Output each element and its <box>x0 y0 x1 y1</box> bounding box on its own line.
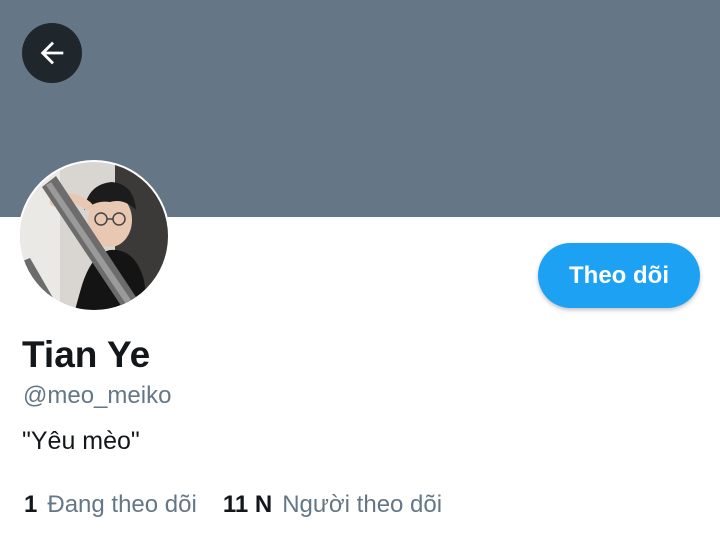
following-stat[interactable]: 1 Đang theo dõi <box>24 490 197 520</box>
display-name: Tian Ye <box>22 334 151 375</box>
followers-stat[interactable]: 11 N Người theo dõi <box>223 490 442 520</box>
profile-bio: "Yêu mèo" <box>22 427 140 455</box>
followers-label: Người theo dõi <box>282 491 443 518</box>
following-label: Đang theo dõi <box>47 491 197 518</box>
profile-stats: 1 Đang theo dõi 11 N Người theo dõi <box>24 490 442 520</box>
avatar[interactable] <box>18 160 170 312</box>
avatar-image <box>20 162 168 310</box>
back-button[interactable] <box>22 23 82 83</box>
username-handle: @meo_meiko <box>23 382 172 409</box>
arrow-left-icon <box>40 41 64 65</box>
following-count: 1 <box>24 491 38 518</box>
follow-button[interactable]: Theo dõi <box>538 243 700 308</box>
followers-count: 11 N <box>222 491 273 518</box>
